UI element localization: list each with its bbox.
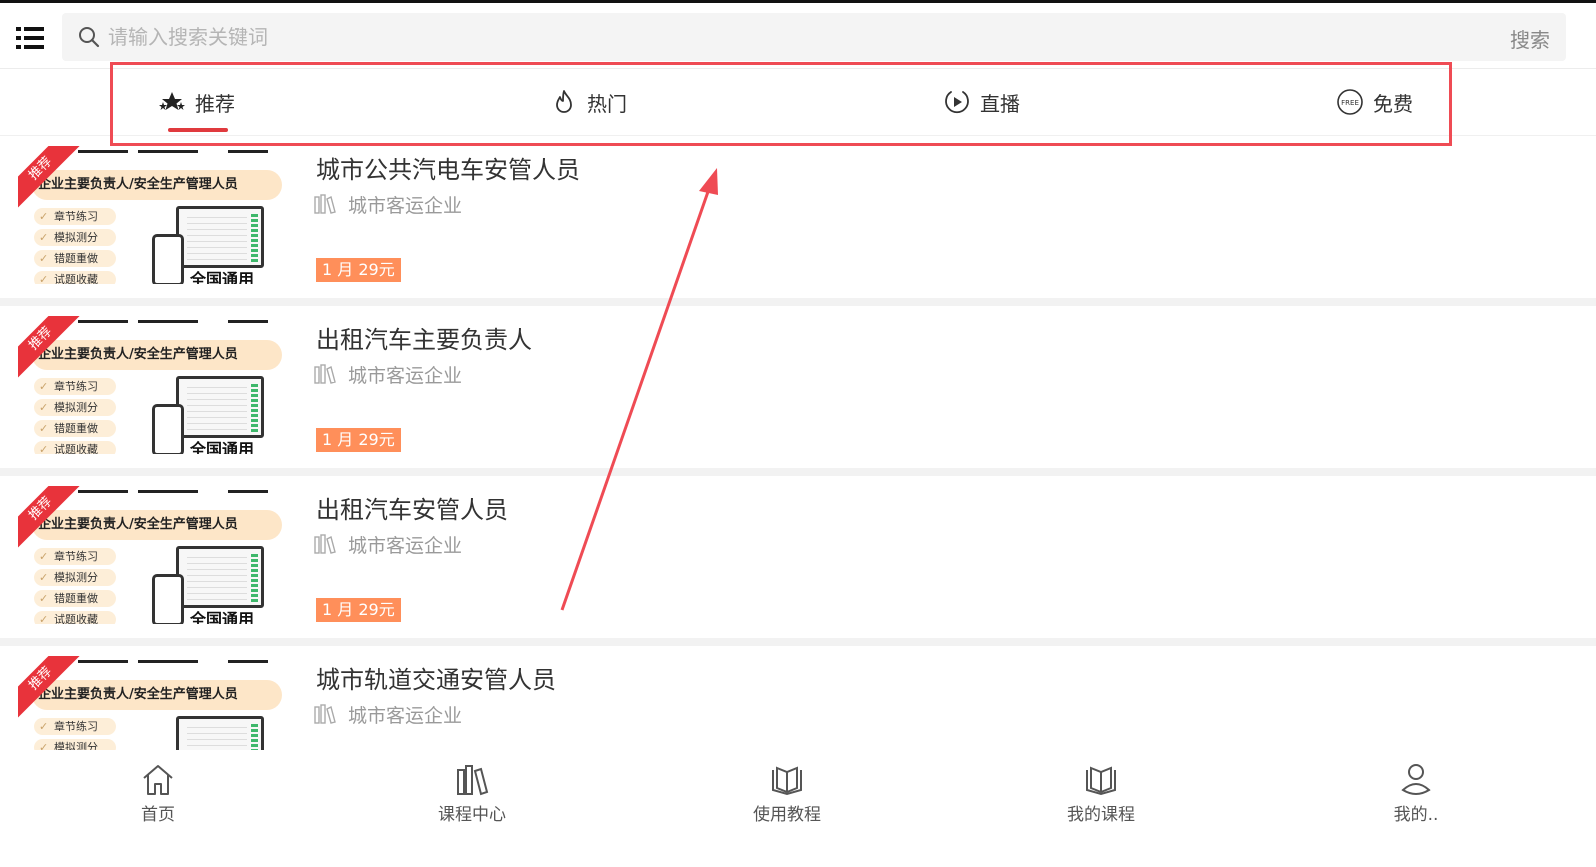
thumbnail-feature: 错题重做 <box>34 250 116 267</box>
phone-illustration <box>152 574 184 624</box>
play-icon <box>945 91 969 114</box>
thumbnail-feature: 模拟测分 <box>34 399 116 416</box>
nav-profile[interactable]: 我的.. <box>1356 762 1476 826</box>
course-item[interactable]: 企业主要负责人/安全生产管理人员 章节练习 模拟测分 错题重做 试题收藏 全国通… <box>0 476 1596 638</box>
price-tag: 1 月 29元 <box>316 258 401 282</box>
bottom-navigation: 首页 课程中心 使用教程 我的课程 我的.. <box>0 750 1596 867</box>
monitor-illustration <box>176 716 264 750</box>
thumbnail-banner: 企业主要负责人/安全生产管理人员 <box>32 170 282 200</box>
svg-text:FREE: FREE <box>1341 99 1359 107</box>
search-bar: 搜索 <box>62 13 1566 61</box>
course-category: 城市客运企业 <box>314 192 463 217</box>
course-item[interactable]: 企业主要负责人/安全生产管理人员 章节练习 模拟测分 错题重做 试题收藏 全国通… <box>0 306 1596 468</box>
list-divider <box>0 468 1596 476</box>
nav-label: 我的.. <box>1393 805 1439 825</box>
course-category: 城市客运企业 <box>314 702 463 727</box>
tab-popular[interactable]: 热门 <box>550 84 627 120</box>
thumbnail-feature: 错题重做 <box>34 420 116 437</box>
thumbnail-feature: 错题重做 <box>34 590 116 607</box>
nav-my-courses[interactable]: 我的课程 <box>1041 762 1161 826</box>
thumbnail-header-strokes <box>78 660 268 663</box>
nav-label: 课程中心 <box>438 805 506 825</box>
tab-label: 推荐 <box>195 91 235 116</box>
phone-illustration <box>152 404 184 454</box>
tab-label: 直播 <box>980 91 1020 116</box>
free-icon: FREE <box>1337 89 1363 115</box>
course-item[interactable]: 企业主要负责人/安全生产管理人员 章节练习 模拟测分 错题重做 试题收藏 全国通… <box>0 136 1596 298</box>
course-thumbnail: 企业主要负责人/安全生产管理人员 章节练习 模拟测分 错题重做 试题收藏 全国通… <box>18 486 284 624</box>
thumbnail-header-strokes <box>78 150 268 153</box>
nav-tutorial[interactable]: 使用教程 <box>727 762 847 826</box>
course-title[interactable]: 城市公共汽电车安管人员 <box>316 150 580 185</box>
price-tag: 1 月 29元 <box>316 598 401 622</box>
thumbnail-feature: 试题收藏 <box>34 271 116 284</box>
search-icon <box>78 26 100 48</box>
course-category: 城市客运企业 <box>314 532 463 557</box>
nav-course-center[interactable]: 课程中心 <box>412 762 532 826</box>
category-label: 城市客运企业 <box>348 534 463 557</box>
thumbnail-feature: 试题收藏 <box>34 611 116 624</box>
list-divider <box>0 638 1596 646</box>
books-icon <box>457 765 489 796</box>
active-tab-indicator <box>168 128 228 132</box>
course-title[interactable]: 出租汽车主要负责人 <box>316 320 532 355</box>
monitor-illustration <box>176 376 264 438</box>
books-icon <box>314 194 336 214</box>
category-tabs: 推荐 热门 直播 FREE 免费 <box>0 70 1596 136</box>
thumbnail-banner: 企业主要负责人/安全生产管理人员 <box>32 340 282 370</box>
thumbnail-feature: 模拟测分 <box>34 739 116 750</box>
tab-free[interactable]: FREE 免费 <box>1336 84 1413 120</box>
course-title[interactable]: 出租汽车安管人员 <box>316 490 508 525</box>
thumbnail-banner: 企业主要负责人/安全生产管理人员 <box>32 510 282 540</box>
thumbnail-feature: 章节练习 <box>34 208 116 225</box>
course-category: 城市客运企业 <box>314 362 463 387</box>
phone-illustration <box>152 234 184 284</box>
home-icon <box>143 765 173 795</box>
monitor-illustration <box>176 206 264 268</box>
search-button[interactable]: 搜索 <box>1510 24 1550 53</box>
price-tag: 1 月 29元 <box>316 428 401 452</box>
course-title[interactable]: 城市轨道交通安管人员 <box>316 660 556 695</box>
course-thumbnail: 企业主要负责人/安全生产管理人员 章节练习 模拟测分 推荐 <box>18 656 284 750</box>
books-icon <box>314 704 336 724</box>
thumbnail-header-strokes <box>78 490 268 493</box>
tab-live[interactable]: 直播 <box>943 84 1020 120</box>
tab-label: 免费 <box>1373 91 1413 116</box>
stars-icon <box>159 92 185 110</box>
nav-label: 首页 <box>141 805 175 825</box>
thumbnail-feature: 模拟测分 <box>34 229 116 246</box>
course-item[interactable]: 企业主要负责人/安全生产管理人员 章节练习 模拟测分 推荐 城市轨道交通安管人员… <box>0 646 1596 750</box>
thumbnail-feature: 试题收藏 <box>34 441 116 454</box>
menu-list-icon[interactable] <box>16 27 44 49</box>
thumbnail-caption: 全国通用 <box>190 440 255 454</box>
thumbnail-feature: 章节练习 <box>34 718 116 735</box>
thumbnail-feature: 模拟测分 <box>34 569 116 586</box>
thumbnail-feature: 章节练习 <box>34 378 116 395</box>
open-book-icon <box>772 766 802 796</box>
books-icon <box>314 364 336 384</box>
list-divider <box>0 298 1596 306</box>
course-thumbnail: 企业主要负责人/安全生产管理人员 章节练习 模拟测分 错题重做 试题收藏 全国通… <box>18 146 284 284</box>
tab-label: 热门 <box>587 91 627 116</box>
category-label: 城市客运企业 <box>348 704 463 727</box>
nav-label: 我的课程 <box>1067 805 1135 825</box>
thumbnail-caption: 全国通用 <box>190 610 255 624</box>
my-courses-icon <box>1086 766 1116 796</box>
books-icon <box>314 534 336 554</box>
user-icon <box>1401 764 1431 795</box>
search-input[interactable] <box>108 19 1458 55</box>
header-bar: 搜索 <box>0 3 1596 69</box>
flame-icon <box>556 90 572 113</box>
thumbnail-banner: 企业主要负责人/安全生产管理人员 <box>32 680 282 710</box>
tab-recommended[interactable]: 推荐 <box>158 84 235 120</box>
nav-home[interactable]: 首页 <box>98 762 218 826</box>
thumbnail-caption: 全国通用 <box>190 270 255 284</box>
monitor-illustration <box>176 546 264 608</box>
nav-label: 使用教程 <box>753 805 821 825</box>
thumbnail-feature: 章节练习 <box>34 548 116 565</box>
thumbnail-header-strokes <box>78 320 268 323</box>
category-label: 城市客运企业 <box>348 194 463 217</box>
course-thumbnail: 企业主要负责人/安全生产管理人员 章节练习 模拟测分 错题重做 试题收藏 全国通… <box>18 316 284 454</box>
category-label: 城市客运企业 <box>348 364 463 387</box>
